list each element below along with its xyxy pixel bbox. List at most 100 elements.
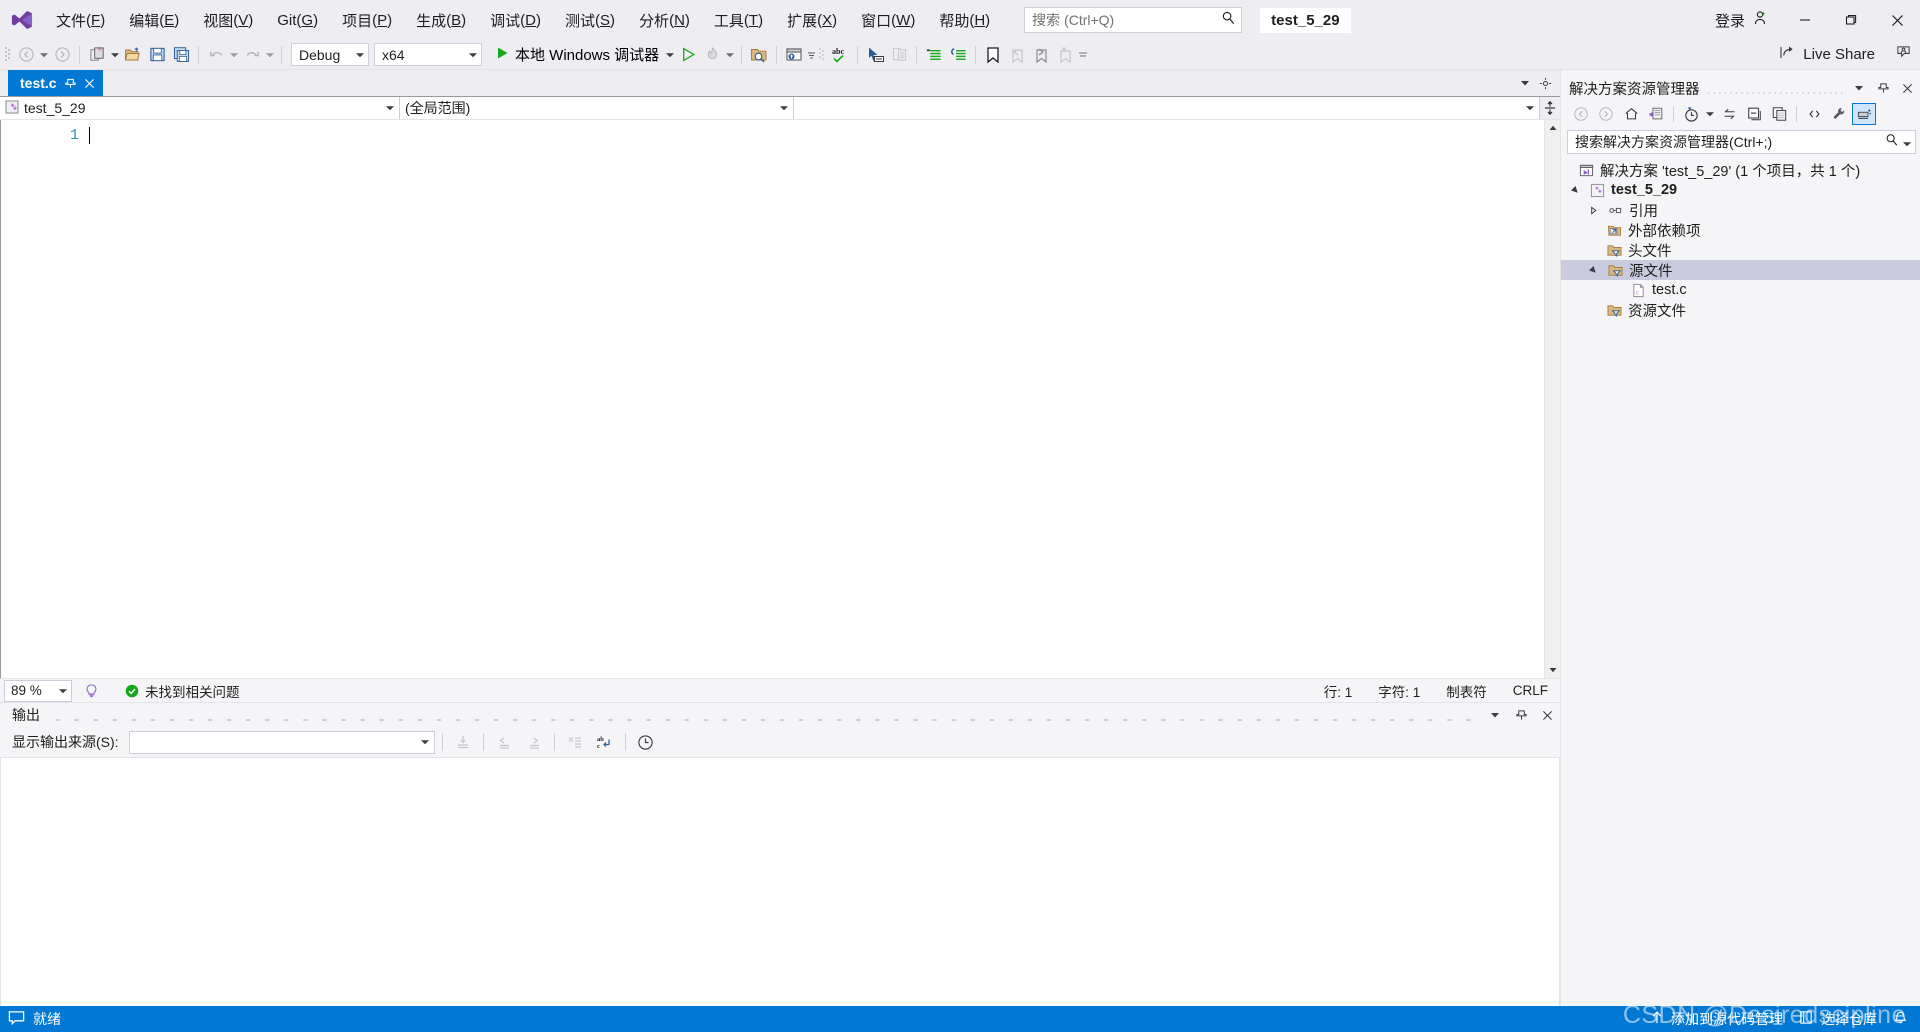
close-tab-icon[interactable] [84,78,95,89]
tree-item-source-files[interactable]: 源文件 [1561,260,1920,280]
comment-lines-button[interactable] [922,43,946,67]
tree-item-project[interactable]: test_5_29 [1561,180,1920,200]
output-source-combo[interactable] [128,730,435,754]
se-search-caret-icon[interactable] [1899,134,1911,151]
save-button[interactable] [145,43,169,67]
window-layout-button[interactable] [782,43,806,67]
uncomment-lines-button[interactable] [946,43,970,67]
tree-item-external-dependencies[interactable]: 外部依赖项 [1561,220,1920,240]
tree-item-solution[interactable]: 解决方案 'test_5_29' (1 个项目，共 1 个) [1561,160,1920,180]
toolbar-grip-2[interactable] [818,45,828,65]
solution-explorer-search[interactable] [1567,130,1916,154]
toolbar-grip[interactable] [4,45,14,65]
navbar-scope-combo[interactable]: (全局范围) [400,97,794,119]
tab-test-c[interactable]: test.c [8,70,103,96]
redo-button[interactable] [240,43,264,67]
se-home-button[interactable] [1619,103,1643,125]
navigate-forward-button[interactable] [50,43,74,67]
split-window-button[interactable] [1540,97,1560,119]
menu-git[interactable]: Git(G) [265,0,330,40]
se-pending-changes-button[interactable] [1644,103,1668,125]
minimize-button[interactable] [1782,0,1828,40]
open-file-button[interactable] [121,43,145,67]
editor-vertical-scrollbar[interactable] [1544,120,1560,678]
sign-in-button[interactable]: 登录 [1701,10,1782,31]
se-sync-button[interactable] [1717,103,1741,125]
menu-view[interactable]: 视图(V) [191,0,265,40]
tab-list-chevron-icon[interactable] [1516,73,1534,93]
menu-test[interactable]: 测试(S) [553,0,627,40]
previous-bookmark-button[interactable] [1005,43,1029,67]
menu-help[interactable]: 帮助(H) [927,0,1002,40]
se-history-button[interactable] [1679,103,1703,125]
expander-collapsed-icon[interactable] [1585,205,1601,215]
menu-build[interactable]: 生成(B) [404,0,478,40]
redo-dropdown[interactable] [264,52,276,58]
new-project-dropdown[interactable] [109,52,121,58]
menu-window[interactable]: 窗口(W) [849,0,927,40]
se-preview-selected-items-button[interactable] [1852,103,1876,125]
solution-platform-combo[interactable]: x64 [374,43,482,66]
navigate-back-button[interactable] [14,43,38,67]
menu-edit[interactable]: 编辑(E) [117,0,191,40]
menu-tools[interactable]: 工具(T) [702,0,775,40]
scroll-up-icon[interactable] [1548,120,1557,136]
scroll-down-icon[interactable] [1549,662,1557,678]
se-show-all-files-button[interactable] [1802,103,1826,125]
close-button[interactable] [1874,0,1920,40]
se-back-button[interactable] [1569,103,1593,125]
go-to-next-message-button[interactable] [521,730,547,754]
se-history-dropdown[interactable] [1704,111,1716,117]
start-without-debugging-button[interactable] [676,43,700,67]
add-to-source-control-button[interactable]: 添加到源代码管理 [1650,1009,1783,1029]
window-layout-dropdown[interactable] [806,51,818,59]
next-bookmark-button[interactable] [1029,43,1053,67]
intellicode-indicator[interactable] [84,683,99,698]
menu-debug[interactable]: 调试(D) [478,0,553,40]
select-repository-button[interactable]: 选择仓库 [1799,1009,1877,1029]
clipboard-history-button[interactable] [887,43,911,67]
clear-all-button[interactable] [562,730,588,754]
solution-explorer-pin-icon[interactable] [1874,78,1892,98]
go-to-previous-message-button[interactable] [491,730,517,754]
toggle-word-wrap-button[interactable]: ab c [592,730,618,754]
toolbar-overflow-button[interactable] [1077,50,1089,60]
start-debugging-button[interactable]: 本地 Windows 调试器 [490,43,664,67]
menu-analyze[interactable]: 分析(N) [627,0,702,40]
navbar-member-combo[interactable] [794,97,1540,119]
solution-explorer-tree[interactable]: 解决方案 'test_5_29' (1 个项目，共 1 个) test_5_29 [1561,154,1920,1006]
expander-expanded-icon[interactable] [1567,185,1583,195]
output-pane-close-icon[interactable] [1538,705,1556,725]
se-forward-button[interactable] [1594,103,1618,125]
undo-dropdown[interactable] [228,52,240,58]
spell-check-button[interactable]: abc [828,43,852,67]
pin-icon[interactable] [64,78,76,89]
tree-item-references[interactable]: 引用 [1561,200,1920,220]
se-collapse-all-button[interactable] [1742,103,1766,125]
selection-pointer-button[interactable] [863,43,887,67]
undo-button[interactable] [204,43,228,67]
navigate-back-dropdown[interactable] [38,52,50,58]
solution-explorer-chevron-icon[interactable] [1850,78,1868,98]
notifications-button[interactable] [1893,1010,1908,1029]
menu-project[interactable]: 项目(P) [330,0,404,40]
bookmark-button[interactable] [981,43,1005,67]
search-input[interactable] [1024,7,1243,33]
zoom-level-combo[interactable]: 89 % [4,679,72,702]
se-properties-window-button[interactable] [1767,103,1791,125]
live-share-button[interactable]: Live Share [1772,43,1920,67]
start-debugging-dropdown[interactable] [664,52,676,58]
find-message-button[interactable] [450,730,476,754]
hot-reload-button[interactable] [700,43,724,67]
code-text-surface[interactable] [89,120,1544,678]
restore-button[interactable] [1828,0,1874,40]
code-editor[interactable]: 1 [0,120,1560,678]
clear-bookmarks-button[interactable] [1053,43,1077,67]
issues-indicator[interactable]: 未找到相关问题 [125,681,240,701]
save-all-button[interactable] [169,43,193,67]
find-in-files-button[interactable] [747,43,771,67]
tree-item-test-c[interactable]: c test.c [1561,280,1920,300]
menu-extensions[interactable]: 扩展(X) [775,0,849,40]
new-project-button[interactable] [85,43,109,67]
menu-file[interactable]: 文件(F) [44,0,117,40]
